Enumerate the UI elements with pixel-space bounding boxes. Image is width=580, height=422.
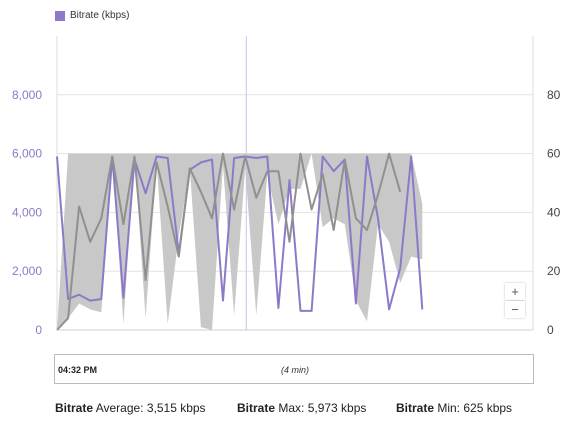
y-left-tick-label: 2,000 [12,264,42,278]
stat-max-value: Max: 5,973 kbps [275,401,367,415]
stat-average: Bitrate Average: 3,515 kbps [55,401,206,415]
stat-min-label: Bitrate [396,401,435,415]
zoom-out-button[interactable]: − [505,301,525,318]
timeline-start-time: 04:32 PM [58,365,98,375]
stat-average-value: Average: 3,515 kbps [93,401,206,415]
legend-label: Bitrate (kbps) [70,10,130,21]
y-right-tick-label: 20 [547,264,561,278]
legend-swatch [55,10,65,21]
y-left-tick-label: 4,000 [12,205,42,219]
y-left-tick-label: 6,000 [12,147,42,161]
y-left-tick-label: 8,000 [12,88,42,102]
y-right-tick-label: 40 [547,205,561,219]
y-right-tick-label: 80 [547,88,561,102]
stat-min-value: Min: 625 kbps [434,401,513,415]
stat-max-label: Bitrate [237,401,276,415]
y-right-tick-label: 60 [547,147,561,161]
stat-min: Bitrate Min: 625 kbps [396,401,512,415]
chart-legend[interactable]: Bitrate (kbps) [55,10,129,21]
timeline-duration: (4 min) [281,365,310,375]
y-right-tick-label: 0 [547,323,554,337]
stat-average-label: Bitrate [55,401,94,415]
timeline-navigator[interactable]: 04:32 PM (4 min) [54,354,534,384]
y-left-tick-label: 0 [35,323,42,337]
bitrate-chart: 0 2,000 4,000 6,000 8,000 0 20 40 60 80 [12,36,561,337]
stat-max: Bitrate Max: 5,973 kbps [237,401,366,415]
zoom-in-button[interactable]: + [505,283,525,300]
